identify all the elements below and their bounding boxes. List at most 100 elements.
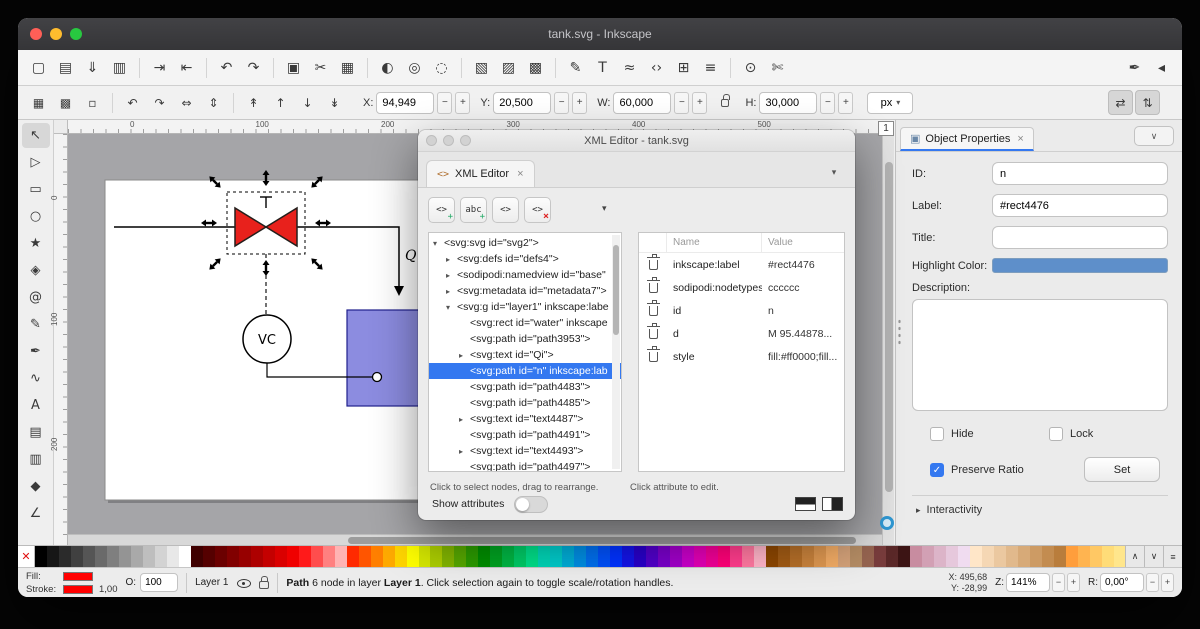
palette-swatch[interactable] [802, 546, 814, 567]
palette-swatch[interactable] [454, 546, 466, 567]
palette-swatch[interactable] [790, 546, 802, 567]
toolbar-overflow-button[interactable]: ◂ [1149, 55, 1174, 80]
palette-swatch[interactable] [407, 546, 419, 567]
zoom-field[interactable] [1006, 573, 1050, 592]
vertical-layout-button[interactable] [822, 497, 843, 511]
close-window-button[interactable] [30, 28, 42, 40]
image-tool-button[interactable]: ▤ [22, 420, 50, 445]
palette-swatch[interactable] [922, 546, 934, 567]
dialog-titlebar[interactable]: XML Editor - tank.svg [418, 130, 855, 152]
palette-swatch[interactable] [778, 546, 790, 567]
delete-attribute-button[interactable] [639, 328, 667, 340]
palette-swatch[interactable] [239, 546, 251, 567]
palette-swatch[interactable] [910, 546, 922, 567]
tree-scrollbar-thumb[interactable] [613, 245, 619, 335]
palette-swatch[interactable] [934, 546, 946, 567]
palette-swatch[interactable] [502, 546, 514, 567]
xml-tree-node[interactable]: ▸<svg:text id="text4493"> [429, 443, 621, 459]
attribute-row[interactable]: idn [639, 299, 844, 322]
h-input[interactable] [759, 92, 817, 114]
redo-button[interactable]: ↷ [241, 55, 266, 80]
xml-tree-node[interactable]: <svg:path id="path4485"> [429, 395, 621, 411]
gradient-tool-button[interactable]: ▥ [22, 447, 50, 472]
xml-tree-node[interactable]: <svg:path id="path4497"> [429, 459, 621, 472]
document-open-button[interactable]: ▤ [53, 55, 78, 80]
close-tab-icon[interactable]: × [1017, 133, 1023, 145]
lock-checkbox-item[interactable]: Lock [1049, 427, 1168, 441]
delete-attribute-button[interactable] [639, 282, 667, 294]
raise-button[interactable]: ↑ [268, 90, 293, 115]
palette-swatch[interactable] [335, 546, 347, 567]
tree-expander-icon[interactable]: ▸ [459, 447, 470, 456]
palette-swatch[interactable] [682, 546, 694, 567]
palette-swatch[interactable] [754, 546, 766, 567]
tree-expander-icon[interactable]: ▾ [433, 239, 444, 248]
h-increment-button[interactable]: + [838, 92, 853, 114]
fill-swatch[interactable] [63, 572, 93, 581]
attribute-row[interactable]: sodipodi:nodetypescccccc [639, 276, 844, 299]
horizontal-layout-button[interactable] [795, 497, 816, 511]
set-button[interactable]: Set [1084, 457, 1160, 482]
ellipse-tool-button[interactable]: ○ [22, 204, 50, 229]
flow-label[interactable]: Q [405, 248, 417, 264]
clone-button[interactable]: ▨ [496, 55, 521, 80]
document-save-button[interactable]: ⇓ [80, 55, 105, 80]
delete-node-button[interactable]: <>× [524, 197, 551, 223]
unlink-clone-button[interactable]: ▩ [523, 55, 548, 80]
palette-swatch[interactable] [634, 546, 646, 567]
tree-scrollbar[interactable] [612, 235, 620, 469]
rotation-field[interactable] [1100, 573, 1144, 592]
box3d-tool-button[interactable]: ◈ [22, 258, 50, 283]
palette-swatch[interactable] [215, 546, 227, 567]
palette-swatch[interactable] [1030, 546, 1042, 567]
y-decrement-button[interactable]: − [554, 92, 569, 114]
layer-visibility-eye-icon[interactable] [236, 575, 251, 590]
horizontal-scrollbar[interactable] [68, 534, 882, 545]
palette-swatch[interactable] [383, 546, 395, 567]
palette-swatch[interactable] [83, 546, 95, 567]
tree-expander-icon[interactable]: ▾ [446, 303, 457, 312]
attribute-row[interactable]: inkscape:label#rect4476 [639, 253, 844, 276]
palette-swatch[interactable] [155, 546, 167, 567]
copy-button[interactable]: ▣ [281, 55, 306, 80]
xml-tree-node[interactable]: <svg:path id="path4491"> [429, 427, 621, 443]
attribute-row[interactable]: stylefill:#ff0000;fill... [639, 345, 844, 368]
palette-swatch[interactable] [694, 546, 706, 567]
pen-tool-button[interactable]: ✒ [22, 339, 50, 364]
rotation-increment-button[interactable]: + [1161, 573, 1174, 592]
vertical-scrollbar[interactable] [882, 134, 894, 545]
palette-swatch[interactable] [347, 546, 359, 567]
w-increment-button[interactable]: + [692, 92, 707, 114]
minimize-window-button[interactable] [50, 28, 62, 40]
palette-swatch[interactable] [862, 546, 874, 567]
zoom-selection-button[interactable]: ◐ [375, 55, 400, 80]
palette-swatch[interactable] [227, 546, 239, 567]
color-managed-view-button[interactable] [880, 516, 894, 530]
palette-swatch[interactable] [323, 546, 335, 567]
sensor-dot[interactable] [373, 373, 382, 382]
lower-to-bottom-button[interactable]: ↡ [322, 90, 347, 115]
dropper-tool-button[interactable]: ◆ [22, 474, 50, 499]
palette-swatch[interactable] [838, 546, 850, 567]
dock-collapse-button[interactable]: ∨ [1134, 126, 1174, 146]
hide-checkbox[interactable] [930, 427, 944, 441]
select-all-button[interactable]: ▦ [26, 90, 51, 115]
select-all-layers-button[interactable]: ▩ [53, 90, 78, 115]
palette-swatch[interactable] [1078, 546, 1090, 567]
palette-swatch[interactable] [466, 546, 478, 567]
selector-tool-button[interactable]: ↖ [22, 123, 50, 148]
x-decrement-button[interactable]: − [437, 92, 452, 114]
palette-swatch[interactable] [622, 546, 634, 567]
import-button[interactable]: ⇥ [147, 55, 172, 80]
fill-stroke-dialog-button[interactable]: ✎ [563, 55, 588, 80]
palette-swatch[interactable] [658, 546, 670, 567]
new-element-node-button[interactable]: <>+ [428, 197, 455, 223]
rotate-ccw-button[interactable]: ↶ [120, 90, 145, 115]
palette-swatch[interactable] [35, 546, 47, 567]
xml-tree-node[interactable]: ▸<svg:text id="text4487"> [429, 411, 621, 427]
preserve-ratio-checkbox[interactable]: ✓ [930, 463, 944, 477]
label-field[interactable] [992, 194, 1168, 217]
stroke-swatch[interactable] [63, 585, 93, 594]
id-field[interactable] [992, 162, 1168, 185]
palette-swatch[interactable] [1102, 546, 1114, 567]
